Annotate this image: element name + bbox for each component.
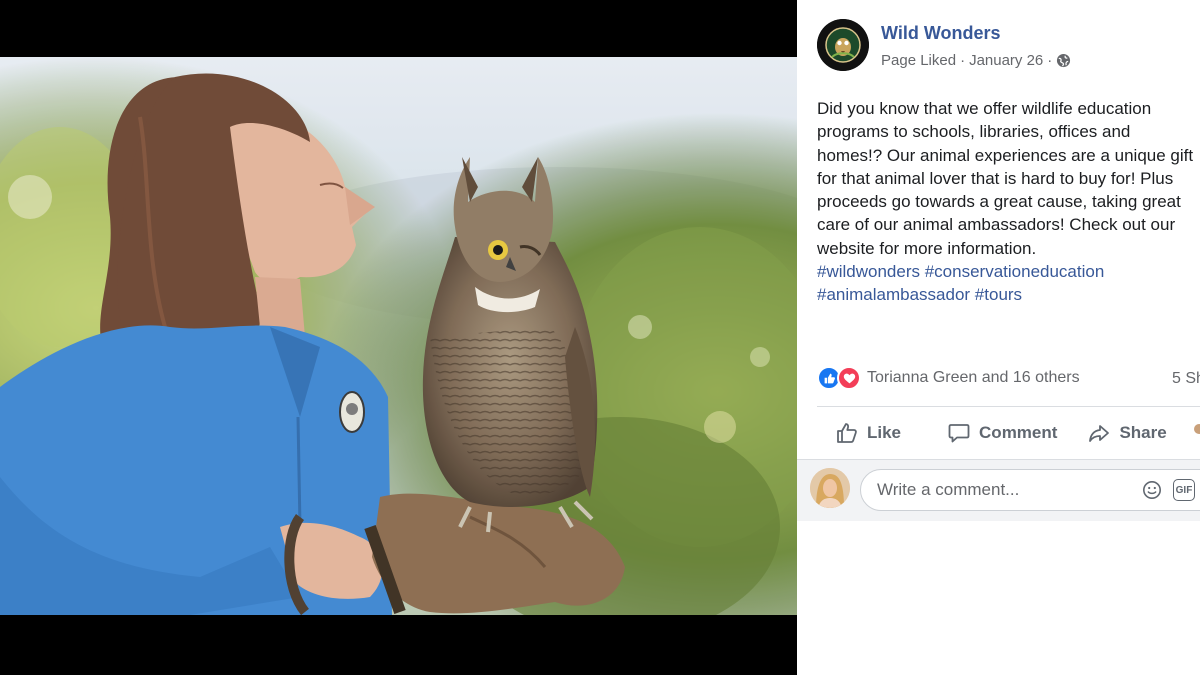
hashtags-line[interactable]: #wildwonders #conservationeducation: [817, 260, 1200, 283]
post-meta: Page Liked · January 26 ·: [881, 52, 1071, 69]
share-button[interactable]: Share: [1087, 421, 1167, 445]
page-liked-status: Page Liked: [881, 52, 957, 69]
meta-separator-2: ·: [1047, 52, 1053, 69]
reaction-names[interactable]: Torianna Green and 16 others: [867, 369, 1080, 387]
divider: [797, 459, 1200, 460]
photo-viewer: [0, 0, 797, 675]
share-arrow-icon: [1089, 425, 1110, 442]
user-avatar[interactable]: [810, 468, 850, 508]
post-text-line: for that animal lover that is hard to bu…: [817, 168, 1174, 188]
comment-box[interactable]: GIF: [860, 469, 1200, 511]
emoji-icon[interactable]: [1142, 480, 1162, 500]
love-reaction-icon: [837, 366, 861, 390]
page-avatar[interactable]: [817, 19, 869, 71]
post-actions: Like Comment Share: [835, 418, 1167, 448]
divider: [817, 406, 1200, 407]
comment-bubble-icon: [948, 424, 970, 443]
user-avatar-image: [810, 468, 850, 508]
comment-input[interactable]: [875, 479, 1119, 501]
post-text-line: proceeds go towards a great cause, takin…: [817, 192, 1181, 212]
shares-count[interactable]: 5 Shares: [1172, 370, 1200, 388]
post-text-line: programs to schools, libraries, offices …: [817, 122, 1131, 142]
viewer-avatar-small[interactable]: [1194, 424, 1200, 434]
photo-illustration: [0, 57, 797, 615]
thumbs-up-icon: [837, 423, 857, 443]
share-label: Share: [1119, 423, 1167, 442]
reactions-summary[interactable]: Torianna Green and 16 others: [817, 366, 1080, 390]
gif-button[interactable]: GIF: [1173, 479, 1195, 501]
post-text-line: homes!? Our animal experiences are a uni…: [817, 145, 1194, 165]
comment-label: Comment: [979, 423, 1058, 442]
comment-composer: GIF: [797, 459, 1200, 521]
meta-separator: ·: [960, 52, 966, 69]
like-button[interactable]: Like: [835, 421, 901, 445]
comment-button[interactable]: Comment: [947, 421, 1057, 445]
hashtags-line[interactable]: #animalambassador #tours: [817, 283, 1200, 306]
post-date-link[interactable]: January 26: [969, 52, 1043, 69]
post-text-line: website for more information.: [817, 238, 1037, 258]
globe-icon[interactable]: [1056, 53, 1071, 68]
page-logo-icon: [817, 19, 869, 71]
page-name-link[interactable]: Wild Wonders: [881, 23, 1001, 44]
post-panel: Wild Wonders Page Liked · January 26 · D…: [797, 0, 1200, 675]
post-text-line: Did you know that we offer wildlife educ…: [817, 99, 1152, 118]
like-label: Like: [867, 423, 902, 442]
post-text-line: care of our animal ambassadors! Check ou…: [817, 215, 1176, 235]
post-photo[interactable]: [0, 57, 797, 615]
post-body: Did you know that we offer wildlife educ…: [817, 97, 1200, 307]
